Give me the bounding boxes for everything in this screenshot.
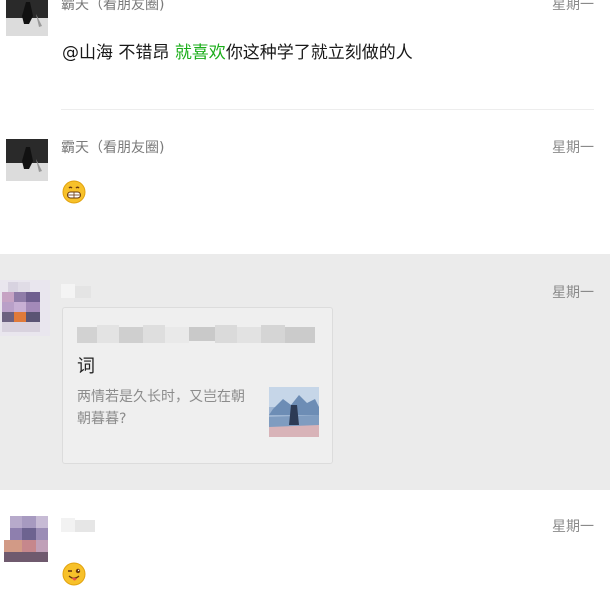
highlight-link[interactable]: 就喜欢: [175, 43, 226, 63]
avatar[interactable]: [6, 139, 48, 181]
sender-name: 霸天（看朋友圈): [61, 140, 165, 156]
card-title-blurred: [77, 323, 317, 347]
message-time: 星期一: [552, 285, 594, 301]
card-title: 词: [77, 356, 95, 377]
message-time: 星期一: [552, 140, 594, 156]
grinning-face-icon: [62, 180, 86, 204]
sender-name-blurred: [61, 282, 95, 298]
message-text-suffix: 你这种学了就立刻做的人: [225, 43, 413, 63]
message-time: 星期一: [552, 519, 594, 535]
card-thumbnail-image: [269, 387, 319, 437]
sender-name: 霸天（看朋友圈): [61, 0, 165, 13]
shared-link-card[interactable]: 词 两情若是久长时，又岂在朝朝暮暮?: [62, 307, 333, 464]
message-text: @山海 不错昂 就喜欢你这种学了就立刻做的人: [62, 38, 413, 63]
card-description: 两情若是久长时，又岂在朝朝暮暮?: [77, 389, 245, 427]
message-item[interactable]: 霸天（看朋友圈) 星期一: [0, 110, 610, 254]
winking-face-tongue-icon: [62, 562, 86, 586]
message-time: 星期一: [552, 0, 594, 13]
message-item[interactable]: 星期一: [0, 490, 610, 610]
avatar[interactable]: [0, 280, 50, 336]
message-text-prefix: @山海 不错昂: [62, 43, 175, 63]
message-item[interactable]: 霸天（看朋友圈) 星期一 @山海 不错昂 就喜欢你这种学了就立刻做的人: [0, 0, 610, 110]
sender-name-blurred: [61, 516, 97, 532]
avatar[interactable]: [0, 516, 50, 564]
avatar[interactable]: [6, 0, 48, 36]
